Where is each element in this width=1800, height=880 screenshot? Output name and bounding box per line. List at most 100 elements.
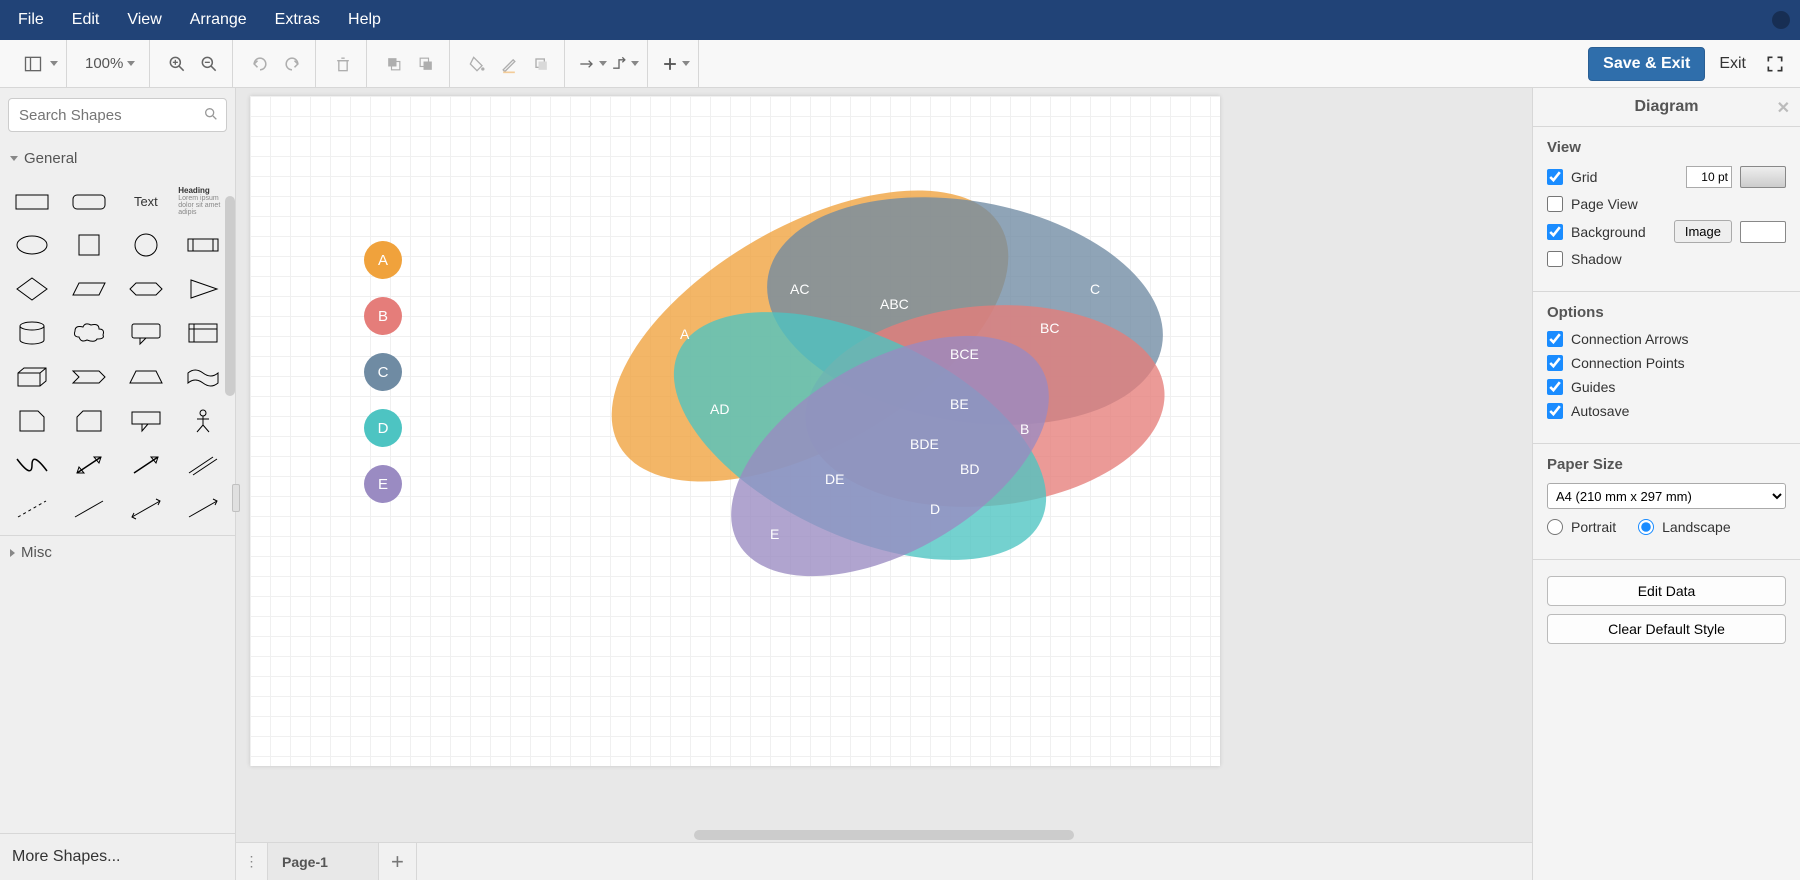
general-section-header[interactable]: General	[0, 142, 235, 175]
legend-circle-e[interactable]: E	[364, 465, 402, 503]
shape-triangle[interactable]	[176, 271, 229, 307]
shape-process[interactable]	[176, 227, 229, 263]
grid-checkbox[interactable]	[1547, 169, 1563, 185]
actions-section: Edit Data Clear Default Style	[1533, 560, 1800, 664]
shape-dashed-line[interactable]	[6, 491, 59, 527]
shape-cube[interactable]	[6, 359, 59, 395]
shape-curve[interactable]	[6, 447, 59, 483]
shape-square[interactable]	[63, 227, 116, 263]
background-color-swatch[interactable]	[1740, 221, 1786, 243]
canvas-scroll[interactable]: ABCDE AACABCCBCBCEADBEBBDEBDDEDE	[236, 88, 1532, 842]
zoom-display[interactable]: 100%	[79, 55, 141, 72]
insert-button[interactable]	[660, 49, 690, 79]
shadow-checkbox[interactable]	[1547, 251, 1563, 267]
grid-color-swatch[interactable]	[1740, 166, 1786, 188]
shape-rounded-rect[interactable]	[63, 183, 116, 219]
shape-ellipse[interactable]	[6, 227, 59, 263]
fullscreen-button[interactable]	[1760, 49, 1790, 79]
conn-arrows-checkbox[interactable]	[1547, 331, 1563, 347]
zoom-in-button[interactable]	[162, 49, 192, 79]
chevron-down-icon[interactable]	[50, 61, 58, 66]
fill-color-button[interactable]	[462, 49, 492, 79]
conn-points-checkbox[interactable]	[1547, 355, 1563, 371]
delete-button[interactable]	[328, 49, 358, 79]
close-icon[interactable]: ✕	[1777, 98, 1790, 118]
menu-file[interactable]: File	[18, 11, 44, 29]
portrait-radio[interactable]	[1547, 519, 1563, 535]
undo-button[interactable]	[245, 49, 275, 79]
shape-arrow[interactable]	[120, 447, 173, 483]
search-icon[interactable]	[203, 106, 219, 125]
shape-diamond[interactable]	[6, 271, 59, 307]
landscape-radio[interactable]	[1638, 519, 1654, 535]
canvas-paper[interactable]: ABCDE AACABCCBCBCEADBEBBDEBDDEDE	[250, 96, 1220, 766]
canvas-hscrollbar[interactable]	[694, 830, 1074, 840]
legend-circle-d[interactable]: D	[364, 409, 402, 447]
legend-circle-c[interactable]: C	[364, 353, 402, 391]
shape-heading[interactable]: HeadingLorem ipsum dolor sit amet adipis	[176, 183, 229, 219]
menu-view[interactable]: View	[127, 11, 161, 29]
legend-circle-b[interactable]: B	[364, 297, 402, 335]
to-front-button[interactable]	[379, 49, 409, 79]
shape-callout[interactable]	[120, 315, 173, 351]
line-color-button[interactable]	[494, 49, 524, 79]
connection-style-button[interactable]	[577, 49, 607, 79]
shape-text[interactable]: Text	[120, 183, 173, 219]
shape-card[interactable]	[63, 403, 116, 439]
shape-trapezoid[interactable]	[120, 359, 173, 395]
shape-cylinder[interactable]	[6, 315, 59, 351]
legend-circle-a[interactable]: A	[364, 241, 402, 279]
shape-rectangle[interactable]	[6, 183, 59, 219]
shape-dir-conn[interactable]	[176, 491, 229, 527]
shape-callout2[interactable]	[120, 403, 173, 439]
shape-tape[interactable]	[176, 359, 229, 395]
shape-double-line[interactable]	[176, 447, 229, 483]
clear-style-button[interactable]: Clear Default Style	[1547, 614, 1786, 644]
canvas-area: ABCDE AACABCCBCBCEADBEBBDEBDDEDE ⋮ Page-…	[236, 88, 1532, 880]
autosave-checkbox[interactable]	[1547, 403, 1563, 419]
conn-arrows-label: Connection Arrows	[1571, 331, 1786, 347]
background-checkbox[interactable]	[1547, 224, 1563, 240]
shape-parallelogram[interactable]	[63, 271, 116, 307]
shadow-button[interactable]	[526, 49, 556, 79]
shape-note[interactable]	[6, 403, 59, 439]
pageview-checkbox[interactable]	[1547, 196, 1563, 212]
more-shapes-button[interactable]: More Shapes...	[0, 833, 235, 880]
save-exit-button[interactable]: Save & Exit	[1588, 47, 1705, 81]
sidebar-toggle-button[interactable]	[18, 49, 48, 79]
misc-section-header[interactable]: Misc	[0, 535, 235, 569]
menu-arrange[interactable]: Arrange	[190, 11, 247, 29]
shape-circle[interactable]	[120, 227, 173, 263]
undo-icon	[250, 54, 270, 74]
format-panel: Diagram ✕ View Grid Page View Background…	[1532, 88, 1800, 880]
add-page-button[interactable]: +	[379, 843, 417, 880]
guides-checkbox[interactable]	[1547, 379, 1563, 395]
menu-help[interactable]: Help	[348, 11, 381, 29]
shape-step[interactable]	[63, 359, 116, 395]
waypoint-style-button[interactable]	[609, 49, 639, 79]
background-image-button[interactable]: Image	[1674, 220, 1732, 243]
shape-bidir-conn[interactable]	[120, 491, 173, 527]
page-tabs-menu[interactable]: ⋮	[236, 843, 268, 880]
paper-size-select[interactable]: A4 (210 mm x 297 mm)	[1547, 483, 1786, 509]
shape-cloud[interactable]	[63, 315, 116, 351]
tab-page1[interactable]: Page-1	[268, 843, 379, 880]
sidebar-scrollbar[interactable]	[225, 196, 235, 396]
menu-extras[interactable]: Extras	[275, 11, 320, 29]
redo-button[interactable]	[277, 49, 307, 79]
shape-line[interactable]	[63, 491, 116, 527]
zoom-value: 100%	[85, 55, 123, 72]
shape-bidir-arrow[interactable]	[63, 447, 116, 483]
window-control-icon[interactable]	[1772, 11, 1790, 29]
zoom-out-button[interactable]	[194, 49, 224, 79]
to-back-button[interactable]	[411, 49, 441, 79]
search-input[interactable]	[8, 98, 227, 132]
grid-size-input[interactable]	[1686, 166, 1732, 188]
paper-header: Paper Size	[1547, 456, 1786, 473]
exit-button[interactable]: Exit	[1709, 48, 1756, 80]
shape-internal-storage[interactable]	[176, 315, 229, 351]
edit-data-button[interactable]: Edit Data	[1547, 576, 1786, 606]
shape-actor[interactable]	[176, 403, 229, 439]
shape-hexagon[interactable]	[120, 271, 173, 307]
menu-edit[interactable]: Edit	[72, 11, 100, 29]
